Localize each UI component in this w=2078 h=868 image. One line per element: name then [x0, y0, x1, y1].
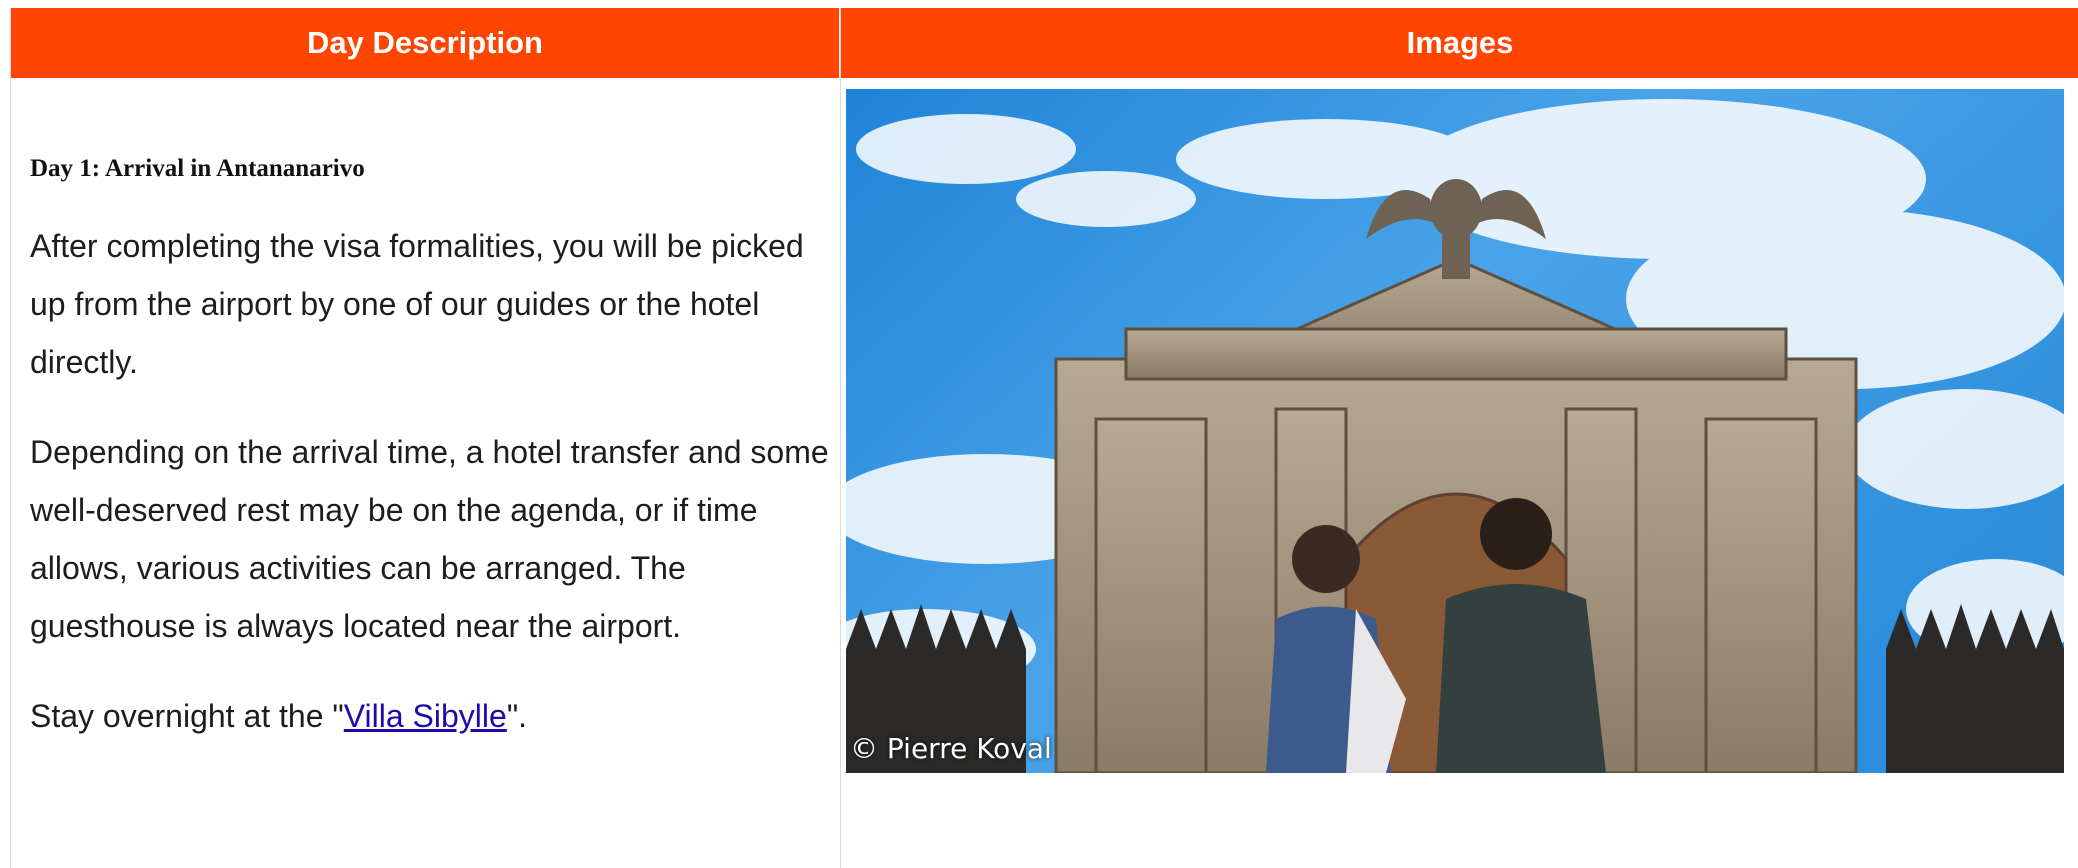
day-title: Day 1: Arrival in Antananarivo [30, 155, 365, 182]
activities-paragraph: Depending on the arrival time, a hotel t… [30, 434, 829, 644]
monument-illustration [846, 89, 2064, 773]
photo-credit: © Pierre Koval [850, 732, 1052, 765]
column-divider [840, 8, 841, 868]
stay-suffix: ". [506, 698, 528, 734]
stay-prefix: Stay overnight at the " [30, 698, 344, 734]
header-day-description: Day Description [11, 8, 839, 78]
villa-sibylle-link[interactable]: Villa Sibylle [344, 698, 507, 734]
header-images: Images [841, 8, 2078, 78]
monument-photo: © Pierre Koval [846, 89, 2064, 773]
stay-paragraph: Stay overnight at the "Villa Sibylle". [30, 687, 830, 745]
arrival-paragraph: After completing the visa formalities, y… [30, 228, 804, 380]
day-description-cell: Day 1: Arrival in Antananarivo After com… [30, 78, 830, 745]
